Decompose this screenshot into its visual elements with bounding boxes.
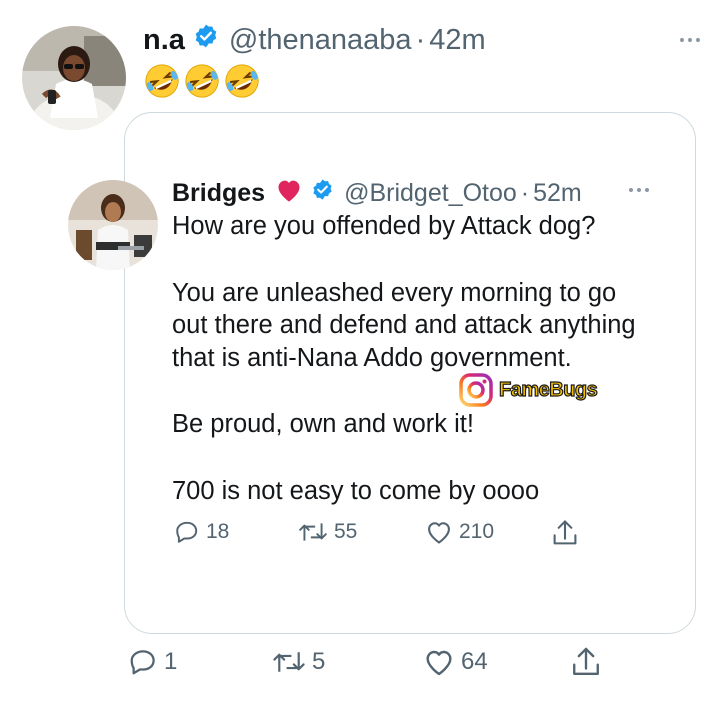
verified-badge-icon bbox=[311, 178, 334, 208]
retweet-icon bbox=[299, 523, 327, 541]
famebugs-watermark: FameBugs bbox=[459, 373, 598, 407]
quoted-timestamp[interactable]: 52m bbox=[533, 179, 582, 208]
verified-badge-icon bbox=[193, 23, 219, 57]
more-icon[interactable] bbox=[629, 188, 649, 192]
quoted-reply-button[interactable]: 18 bbox=[174, 519, 229, 545]
quoted-reply-count: 18 bbox=[206, 520, 230, 543]
outer-tweet-text: 🤣🤣🤣 bbox=[143, 62, 261, 100]
like-count: 64 bbox=[461, 648, 488, 675]
tweet-line: out there and defend and attack anything bbox=[172, 311, 636, 339]
outer-tweet-header: n.a @thenanaaba · 42m bbox=[143, 22, 486, 58]
quoted-retweet-button[interactable]: 55 bbox=[298, 519, 357, 545]
tweet-line: Be proud, own and work it! bbox=[172, 410, 474, 438]
watermark-text: FameBugs bbox=[498, 378, 598, 401]
quoted-tweet-header: Bridges @Bridget_Otoo · 52m bbox=[172, 176, 582, 210]
outer-separator: · bbox=[415, 23, 426, 56]
retweet-button[interactable]: 5 bbox=[272, 647, 325, 677]
tweet-line: that is anti-Nana Addo government. bbox=[172, 343, 572, 372]
reply-icon bbox=[176, 521, 198, 543]
tweet-line: You are unleashed every morning to go bbox=[172, 278, 617, 307]
reply-button[interactable]: 1 bbox=[128, 647, 177, 677]
red-heart-icon bbox=[275, 177, 303, 210]
quoted-separator: · bbox=[520, 178, 530, 207]
share-icon bbox=[573, 647, 599, 675]
quoted-like-button[interactable]: 210 bbox=[425, 519, 494, 545]
share-button[interactable] bbox=[570, 645, 602, 679]
quoted-author-handle[interactable]: @Bridget_Otoo bbox=[344, 179, 517, 208]
reply-icon bbox=[130, 650, 155, 675]
outer-author-handle[interactable]: @thenanaaba bbox=[229, 24, 412, 57]
share-icon bbox=[553, 520, 577, 545]
quoted-avatar[interactable] bbox=[68, 180, 158, 270]
quoted-tweet-text: How are you offended by Attack dog? You … bbox=[172, 210, 692, 507]
outer-timestamp[interactable]: 42m bbox=[429, 24, 485, 57]
retweet-icon bbox=[273, 652, 305, 672]
quoted-author-name[interactable]: Bridges bbox=[172, 179, 265, 208]
quoted-retweet-count: 55 bbox=[334, 520, 358, 543]
outer-author-name[interactable]: n.a bbox=[143, 24, 185, 57]
more-icon[interactable] bbox=[680, 38, 700, 42]
outer-avatar[interactable] bbox=[22, 26, 126, 130]
quoted-share-button[interactable] bbox=[551, 518, 579, 548]
rolling-laughing-emoji bbox=[185, 64, 219, 98]
like-button[interactable]: 64 bbox=[423, 647, 488, 677]
like-icon bbox=[428, 522, 450, 544]
like-icon bbox=[426, 650, 452, 676]
reply-count: 1 bbox=[164, 648, 178, 675]
quoted-like-count: 210 bbox=[459, 520, 495, 543]
tweet-line: 700 is not easy to come by oooo bbox=[172, 476, 540, 505]
tweet-line: How are you offended by Attack dog? bbox=[172, 212, 596, 240]
retweet-count: 5 bbox=[312, 648, 326, 675]
instagram-icon bbox=[459, 373, 493, 407]
rolling-laughing-emoji bbox=[225, 64, 259, 98]
rolling-laughing-emoji bbox=[145, 64, 179, 98]
